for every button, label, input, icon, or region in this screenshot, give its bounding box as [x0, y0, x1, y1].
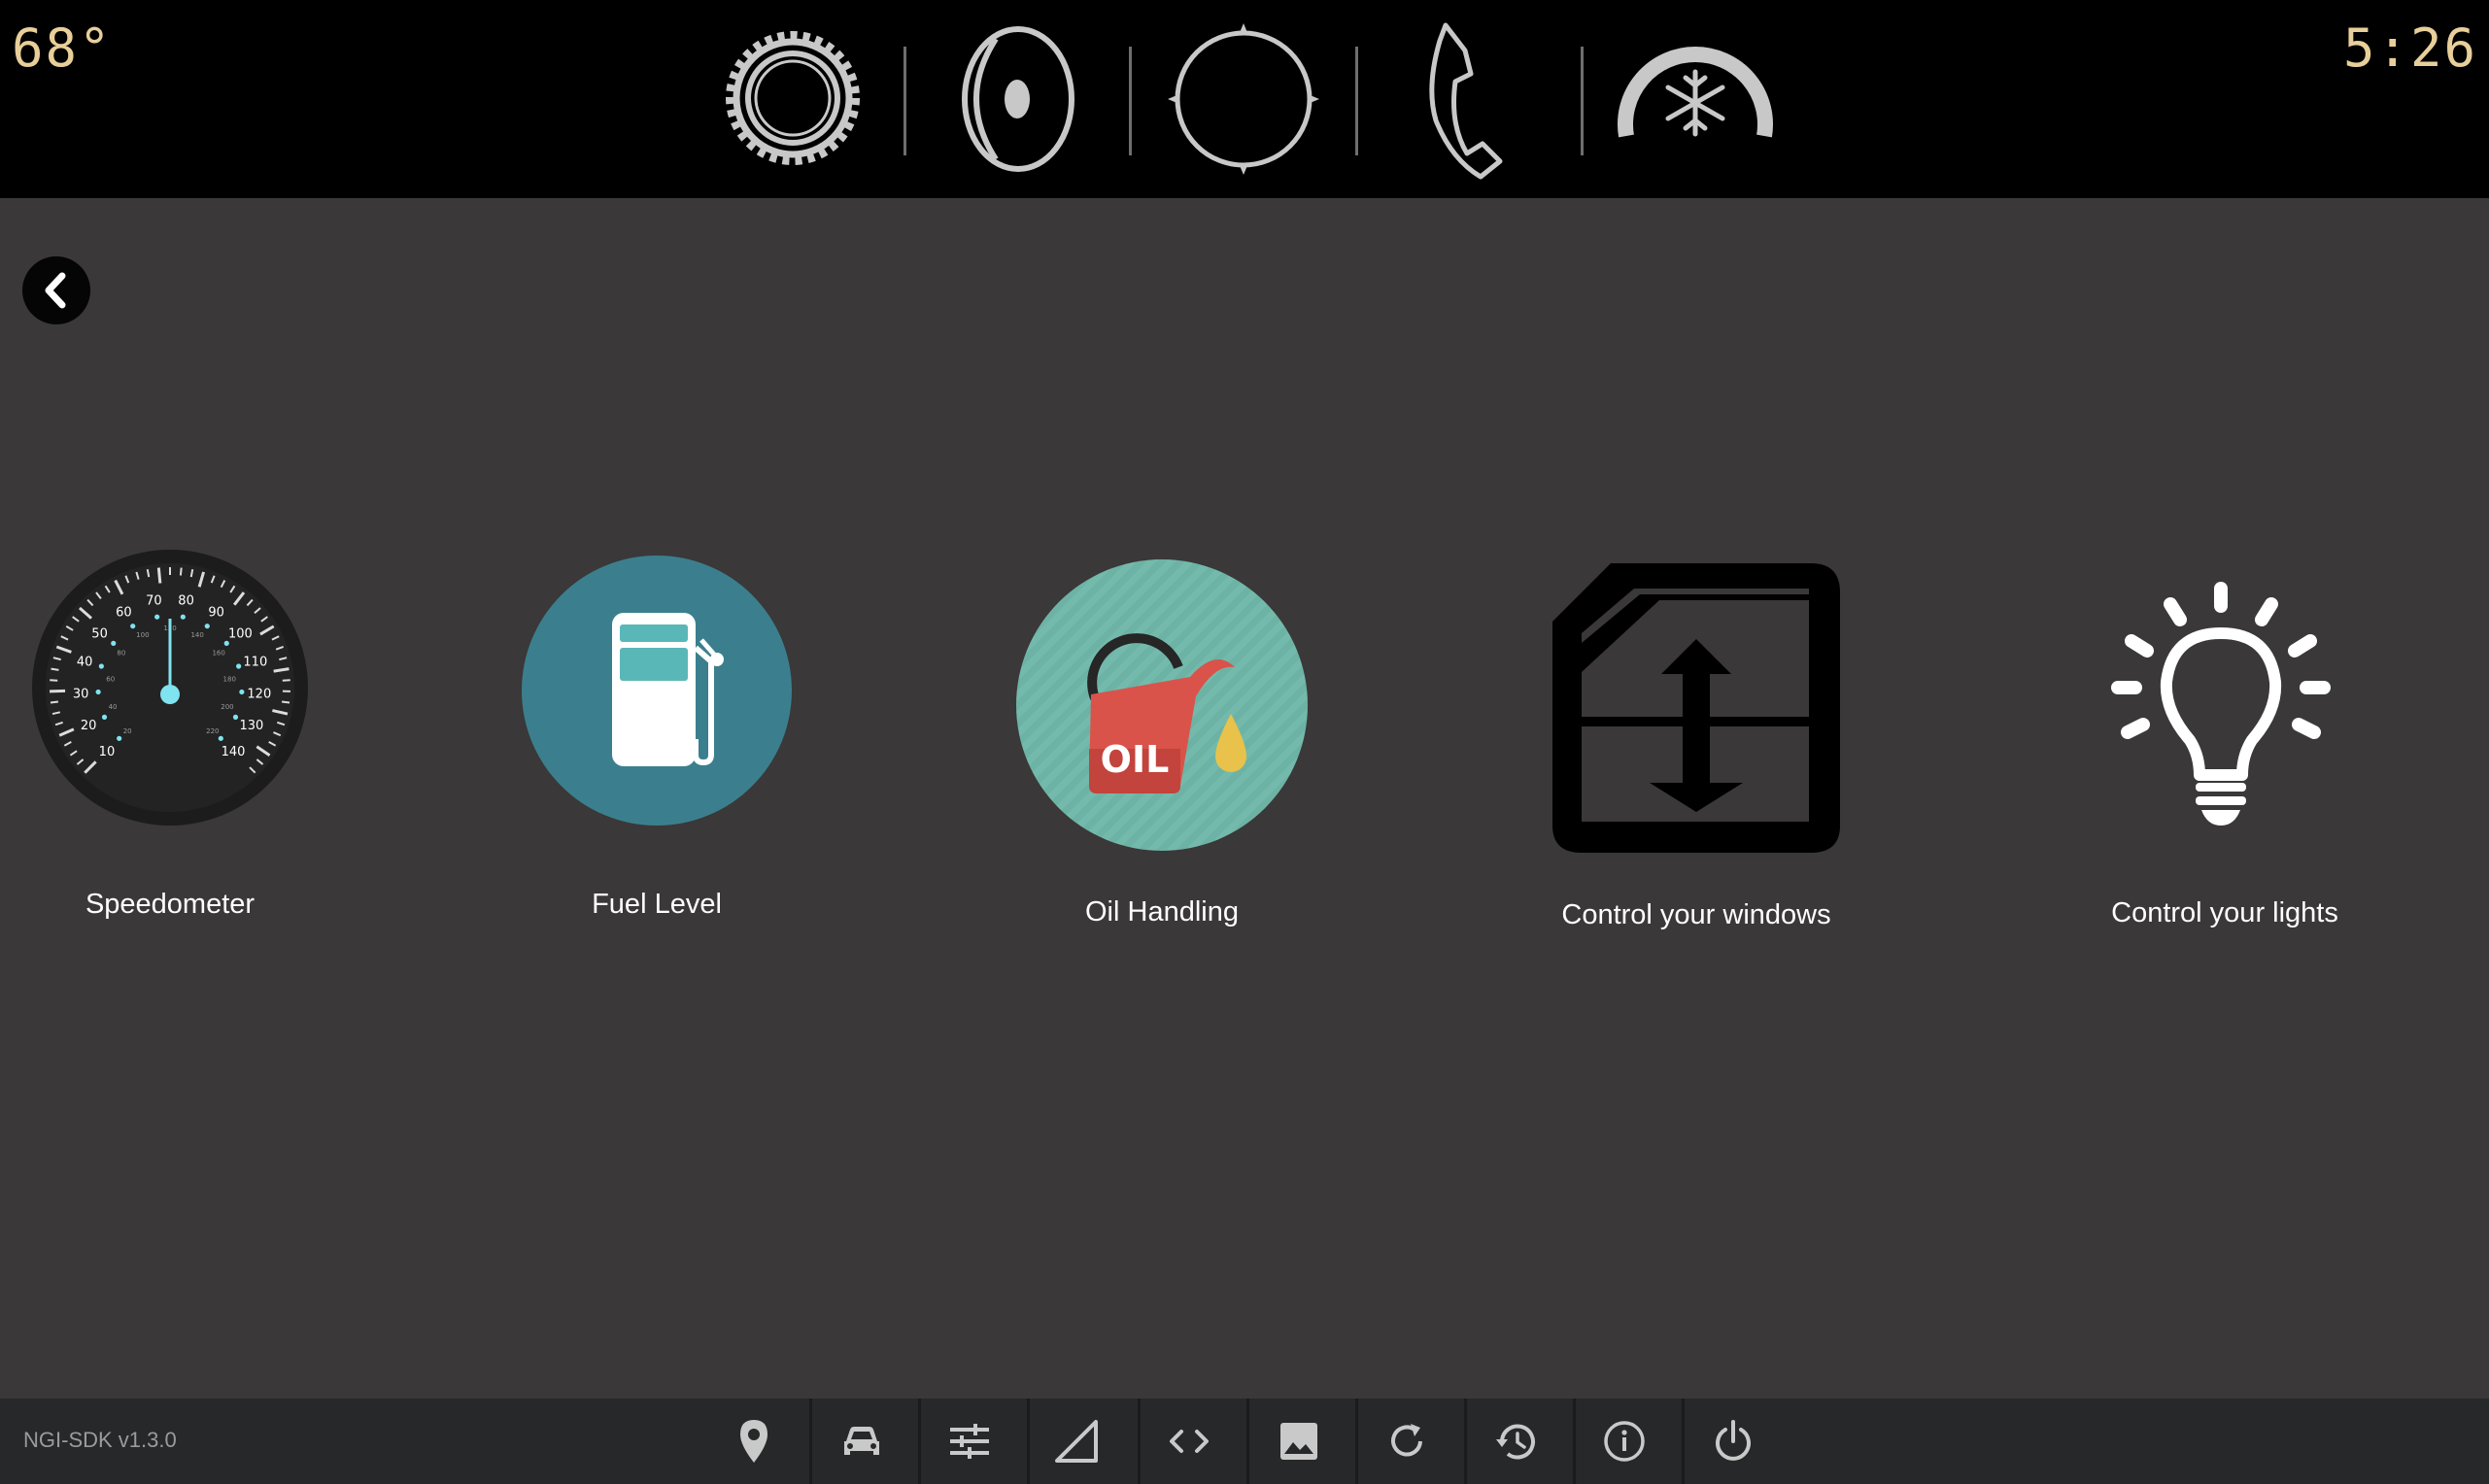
toolbar-divider — [1682, 1399, 1685, 1484]
speedometer-tick — [51, 667, 59, 671]
speedometer-tick — [282, 679, 290, 682]
oil-label: OIL — [1101, 738, 1170, 781]
code-icon[interactable] — [1160, 1412, 1218, 1470]
chevron-left-icon — [45, 272, 66, 309]
speedometer-label-40: 40 — [77, 656, 93, 670]
oil-handling-tile[interactable]: OIL Oil Handling — [1015, 558, 1309, 929]
top-divider — [1355, 47, 1358, 155]
speedometer-minor-label-180: 180 — [223, 675, 236, 683]
speedometer-tick — [281, 700, 290, 704]
sliders-icon[interactable] — [940, 1412, 999, 1470]
window-control-label: Control your windows — [1561, 899, 1831, 930]
speedometer-label-100: 100 — [228, 626, 253, 641]
power-icon[interactable] — [1704, 1412, 1762, 1470]
speedometer-dot — [218, 735, 223, 741]
speedometer-dot — [130, 624, 136, 629]
speedometer-minor-label-60: 60 — [106, 675, 115, 683]
car-icon[interactable] — [833, 1412, 891, 1470]
top-divider — [1581, 47, 1584, 155]
speedometer-minor-label-140: 140 — [190, 631, 203, 639]
toolbar-divider — [1573, 1399, 1576, 1484]
location-pin-icon[interactable] — [725, 1412, 783, 1470]
toolbar-divider — [1246, 1399, 1249, 1484]
speedometer-tick — [50, 700, 59, 704]
climate-fan-icon[interactable] — [1613, 19, 1778, 185]
history-icon[interactable] — [1486, 1412, 1545, 1470]
image-icon[interactable] — [1270, 1412, 1328, 1470]
window-control-tile[interactable]: Control your windows — [1551, 561, 1842, 936]
speedometer-dot — [180, 614, 186, 620]
speedometer-label-50: 50 — [91, 626, 108, 641]
toolbar-divider — [1027, 1399, 1030, 1484]
temperature-display: 68° — [12, 17, 113, 79]
speedometer-label-120: 120 — [247, 688, 271, 702]
speedometer-dot — [98, 663, 104, 669]
speedometer-minor-label-100: 100 — [136, 631, 149, 639]
fuel-pump-icon — [522, 556, 792, 826]
speedometer-tile[interactable]: 10 20 30 40 50 60 70 80 90 100 110 120 130 140 20 40 60 8… — [31, 549, 309, 924]
speedometer-dot — [95, 689, 101, 695]
navigation-crosshair-icon[interactable] — [1161, 19, 1326, 185]
speedometer-label: Speedometer — [85, 889, 256, 920]
speedometer-dot — [236, 663, 242, 669]
speedometer-minor-label-220: 220 — [206, 727, 219, 735]
settings-gear-icon[interactable] — [710, 19, 875, 185]
speedometer-minor-label-80: 80 — [117, 650, 125, 658]
speedometer-tick — [179, 567, 183, 576]
clock-display: 5:26 — [2342, 17, 2477, 79]
speedometer-minor-label-20: 20 — [123, 727, 132, 735]
speedometer-minor-label-200: 200 — [221, 703, 233, 711]
speedometer-label-10: 10 — [99, 745, 116, 759]
speedometer-icon: 10203040506070 80901001101201301402040608… — [32, 550, 308, 826]
window-control-icon — [1552, 563, 1840, 853]
speedometer-dot — [204, 624, 210, 629]
speedometer-label-60: 60 — [116, 605, 132, 620]
top-divider — [904, 47, 906, 155]
phone-icon[interactable] — [1387, 19, 1552, 185]
info-icon[interactable] — [1595, 1412, 1654, 1470]
toolbar-divider — [809, 1399, 812, 1484]
speedometer-dot — [223, 640, 229, 646]
speedometer-label-80: 80 — [178, 594, 194, 609]
toolbar-divider — [1138, 1399, 1141, 1484]
speedometer-dot — [154, 614, 160, 620]
top-status-bar: 68° 5:26 — [0, 0, 2489, 198]
speedometer-label-110: 110 — [243, 656, 267, 670]
speedometer-dot — [117, 735, 122, 741]
speedometer-dot — [232, 714, 239, 720]
toolbar-divider — [918, 1399, 921, 1484]
speedometer-minor-label-160: 160 — [212, 650, 224, 658]
speedometer-label-140: 140 — [222, 745, 246, 759]
fuel-level-label: Fuel Level — [592, 889, 722, 920]
speedometer-label-90: 90 — [208, 605, 224, 620]
speedometer-dot — [239, 689, 245, 695]
sdk-version-label: NGI-SDK v1.3.0 — [23, 1428, 177, 1452]
top-divider — [1129, 47, 1132, 155]
speedometer-label-30: 30 — [73, 688, 89, 702]
oil-can-icon: OIL — [1016, 559, 1308, 851]
fuel-level-tile[interactable]: Fuel Level — [521, 555, 793, 924]
light-control-label: Control your lights — [2111, 897, 2338, 928]
light-control-tile[interactable]: Control your lights — [2108, 581, 2341, 940]
signal-icon[interactable] — [1049, 1412, 1108, 1470]
speedometer-tick — [156, 567, 162, 584]
bottom-toolbar: NGI-SDK v1.3.0 — [0, 1399, 2489, 1484]
light-bulb-icon — [2111, 582, 2331, 826]
oil-handling-label: Oil Handling — [1085, 896, 1239, 928]
back-button[interactable] — [22, 256, 90, 324]
speedometer-dot — [111, 640, 117, 646]
speedometer-label-70: 70 — [146, 594, 162, 609]
toolbar-divider — [1464, 1399, 1467, 1484]
speedometer-label-20: 20 — [81, 719, 97, 733]
speedometer-label-130: 130 — [239, 719, 263, 733]
refresh-icon[interactable] — [1378, 1412, 1436, 1470]
speaker-icon[interactable] — [936, 19, 1101, 185]
toolbar-divider — [1355, 1399, 1358, 1484]
speedometer-dot — [101, 714, 108, 720]
speedometer-minor-label-40: 40 — [109, 703, 118, 711]
speedometer-tick — [50, 679, 58, 682]
